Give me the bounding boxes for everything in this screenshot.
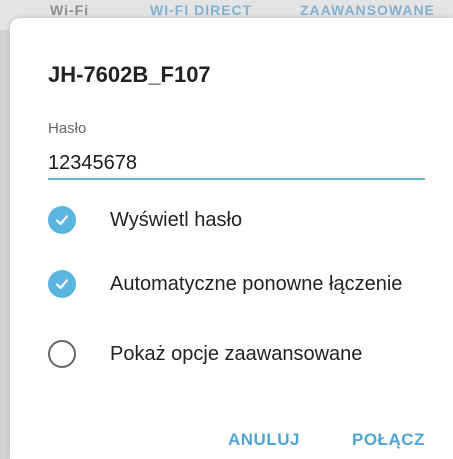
advanced-options-option[interactable]: Pokaż opcje zaawansowane bbox=[48, 340, 410, 368]
auto-reconnect-option[interactable]: Automatyczne ponowne łączenie bbox=[48, 270, 410, 298]
background-edge bbox=[0, 30, 8, 459]
background-tab-wifi[interactable]: Wi-Fi bbox=[50, 2, 89, 18]
connect-button[interactable]: POŁĄCZ bbox=[352, 430, 425, 450]
checkbox-checked-icon[interactable] bbox=[48, 270, 76, 298]
checkbox-checked-icon[interactable] bbox=[48, 206, 76, 234]
show-password-option[interactable]: Wyświetl hasło bbox=[48, 206, 410, 234]
show-password-label: Wyświetl hasło bbox=[110, 209, 243, 231]
checkbox-unchecked-icon[interactable] bbox=[48, 340, 76, 368]
auto-reconnect-label: Automatyczne ponowne łączenie bbox=[110, 273, 403, 295]
background-tab-advanced[interactable]: ZAAWANSOWANE bbox=[300, 2, 435, 18]
wifi-connect-dialog: JH-7602B_F107 Hasło Wyświetl hasło Autom… bbox=[10, 18, 453, 459]
dialog-title: JH-7602B_F107 bbox=[48, 62, 211, 87]
cancel-button[interactable]: ANULUJ bbox=[228, 430, 300, 450]
advanced-options-label: Pokaż opcje zaawansowane bbox=[110, 343, 363, 365]
password-label: Hasło bbox=[48, 120, 87, 137]
background-tab-wifi-direct[interactable]: WI-FI DIRECT bbox=[150, 2, 252, 18]
password-input[interactable] bbox=[48, 148, 425, 180]
